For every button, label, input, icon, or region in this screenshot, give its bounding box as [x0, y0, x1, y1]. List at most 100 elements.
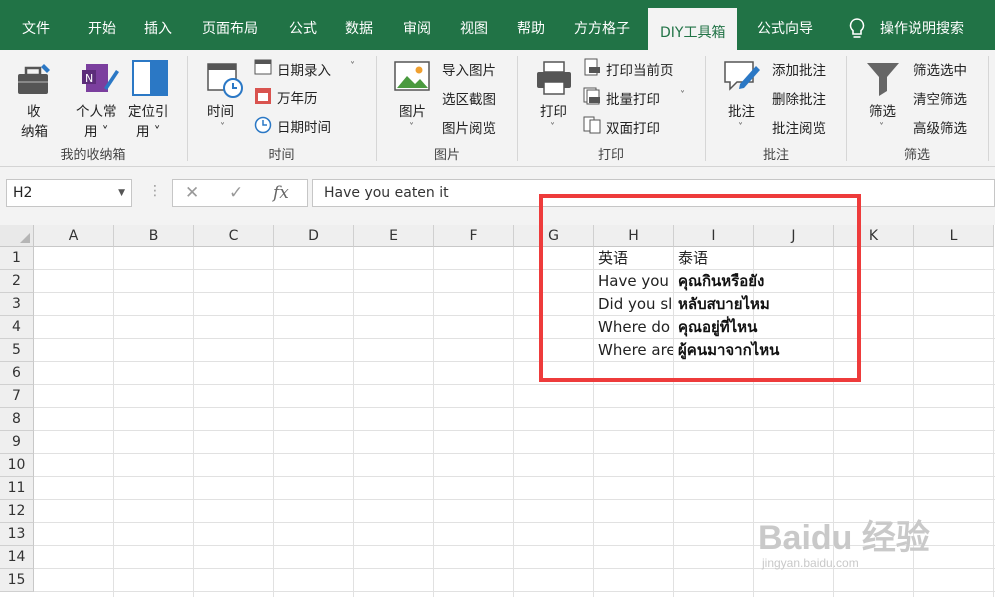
cell-i4[interactable]: คุณอยู่ที่ไหน [674, 316, 833, 339]
cell-h4[interactable]: Where do you live [594, 316, 673, 339]
tab-page-layout[interactable]: 页面布局 [202, 0, 258, 50]
cancel-icon[interactable]: ✕ [185, 183, 199, 203]
row-header-11[interactable]: 11 [0, 477, 34, 500]
clear-filter-label[interactable]: 清空筛选 [913, 88, 967, 108]
tab-diy-toolbox[interactable]: DIY工具箱 [648, 8, 738, 50]
name-box[interactable]: H2 ▼ [6, 179, 132, 207]
chevron-down-icon[interactable]: ˅ [350, 61, 355, 72]
column-header-d[interactable]: D [274, 225, 354, 247]
tab-view[interactable]: 视图 [460, 0, 488, 50]
column-header-f[interactable]: F [434, 225, 514, 247]
personal-common-label-2[interactable]: 用 ˅ [84, 120, 109, 140]
storage-box-label-2[interactable]: 纳箱 [21, 120, 48, 140]
search-help-label[interactable]: 操作说明搜索 [880, 0, 964, 50]
chevron-down-icon[interactable]: ˅ [550, 122, 555, 133]
cell-i1[interactable]: 泰语 [674, 247, 753, 270]
tab-formulas[interactable]: 公式 [289, 0, 317, 50]
cell-h1[interactable]: 英语 [594, 247, 673, 270]
column-header-g[interactable]: G [514, 225, 594, 247]
perpetual-calendar-label[interactable]: 万年历 [277, 87, 318, 107]
locate-ref-icon[interactable] [130, 58, 170, 98]
calendar-clock-icon[interactable] [206, 60, 244, 100]
cell-h5[interactable]: Where are you from [594, 339, 673, 362]
chevron-down-icon[interactable]: ˅ [409, 122, 414, 133]
row-header-15[interactable]: 15 [0, 569, 34, 592]
tab-insert[interactable]: 插入 [144, 0, 172, 50]
import-picture-label[interactable]: 导入图片 [442, 59, 496, 79]
personal-common-label[interactable]: 个人常 [76, 100, 117, 120]
column-header-a[interactable]: A [34, 225, 114, 247]
picture-button-label[interactable]: 图片 [399, 100, 426, 120]
comment-button-label[interactable]: 批注 [728, 100, 755, 120]
column-header-c[interactable]: C [194, 225, 274, 247]
column-header-h[interactable]: H [594, 225, 674, 247]
filter-button-label[interactable]: 筛选 [869, 100, 896, 120]
onenote-icon[interactable]: N [80, 58, 120, 98]
duplex-print-label[interactable]: 双面打印 [606, 117, 660, 137]
comment-pencil-icon[interactable] [722, 58, 762, 98]
chevron-down-icon[interactable]: ˅ [220, 122, 225, 133]
print-current-page-label[interactable]: 打印当前页 [606, 59, 674, 79]
filter-selected-label[interactable]: 筛选选中 [913, 59, 967, 79]
row-header-12[interactable]: 12 [0, 500, 34, 523]
cell-i5[interactable]: ผู้คนมาจากไหน [674, 339, 833, 362]
tab-file[interactable]: 文件 [22, 0, 50, 50]
tab-review[interactable]: 审阅 [403, 0, 431, 50]
date-entry-label[interactable]: 日期录入 [277, 59, 331, 79]
row-header-5[interactable]: 5 [0, 339, 34, 362]
group-label-storage: 我的收纳箱 [60, 148, 126, 163]
row-header-6[interactable]: 6 [0, 362, 34, 385]
row-header-4[interactable]: 4 [0, 316, 34, 339]
cell-h3[interactable]: Did you sleep well [594, 293, 673, 316]
row-header-3[interactable]: 3 [0, 293, 34, 316]
tab-home[interactable]: 开始 [88, 0, 116, 50]
row-header-13[interactable]: 13 [0, 523, 34, 546]
tab-help[interactable]: 帮助 [517, 0, 545, 50]
picture-icon[interactable] [393, 58, 433, 98]
column-header-b[interactable]: B [114, 225, 194, 247]
cell-i3[interactable]: หลับสบายไหม [674, 293, 833, 316]
view-comment-label[interactable]: 批注阅览 [772, 117, 826, 137]
storage-box-label[interactable]: 收 [27, 100, 41, 120]
formula-input[interactable]: Have you eaten it [312, 179, 995, 207]
row-header-7[interactable]: 7 [0, 385, 34, 408]
column-header-i[interactable]: I [674, 225, 754, 247]
chevron-down-icon[interactable]: ˅ [879, 122, 884, 133]
date-time-label[interactable]: 日期时间 [277, 116, 331, 136]
row-header-14[interactable]: 14 [0, 546, 34, 569]
row-header-10[interactable]: 10 [0, 454, 34, 477]
cell-i2[interactable]: คุณกินหรือยัง [674, 270, 833, 293]
time-button-label[interactable]: 时间 [207, 100, 234, 120]
tab-data[interactable]: 数据 [345, 0, 373, 50]
locate-ref-label-2[interactable]: 用 ˅ [136, 120, 161, 140]
batch-print-label[interactable]: 批量打印 [606, 88, 660, 108]
picture-view-label[interactable]: 图片阅览 [442, 117, 496, 137]
printer-icon[interactable] [534, 60, 574, 98]
drag-handle-icon[interactable]: ⋮ [148, 183, 162, 199]
chevron-down-icon[interactable]: ˅ [738, 122, 743, 133]
selection-screenshot-label[interactable]: 选区截图 [442, 88, 496, 108]
row-header-1[interactable]: 1 [0, 247, 34, 270]
column-header-e[interactable]: E [354, 225, 434, 247]
delete-comment-label[interactable]: 删除批注 [772, 88, 826, 108]
cell-h2[interactable]: Have you eaten it [594, 270, 673, 293]
confirm-icon[interactable]: ✓ [229, 183, 243, 203]
insert-function-icon[interactable]: fx [273, 183, 289, 203]
row-header-9[interactable]: 9 [0, 431, 34, 454]
row-header-8[interactable]: 8 [0, 408, 34, 431]
chevron-down-icon[interactable]: ▼ [118, 180, 125, 206]
add-comment-label[interactable]: 添加批注 [772, 59, 826, 79]
column-header-j[interactable]: J [754, 225, 834, 247]
column-header-k[interactable]: K [834, 225, 914, 247]
toolbox-icon[interactable] [14, 60, 54, 100]
print-button-label[interactable]: 打印 [540, 100, 567, 120]
advanced-filter-label[interactable]: 高级筛选 [913, 117, 967, 137]
column-header-l[interactable]: L [914, 225, 994, 247]
chevron-down-icon[interactable]: ˅ [680, 90, 685, 101]
row-header-2[interactable]: 2 [0, 270, 34, 293]
tab-fangfang[interactable]: 方方格子 [574, 0, 630, 50]
select-all-button[interactable] [0, 225, 34, 247]
filter-funnel-icon[interactable] [865, 60, 901, 98]
tab-formula-wizard[interactable]: 公式向导 [757, 0, 813, 50]
locate-ref-label[interactable]: 定位引 [128, 100, 169, 120]
